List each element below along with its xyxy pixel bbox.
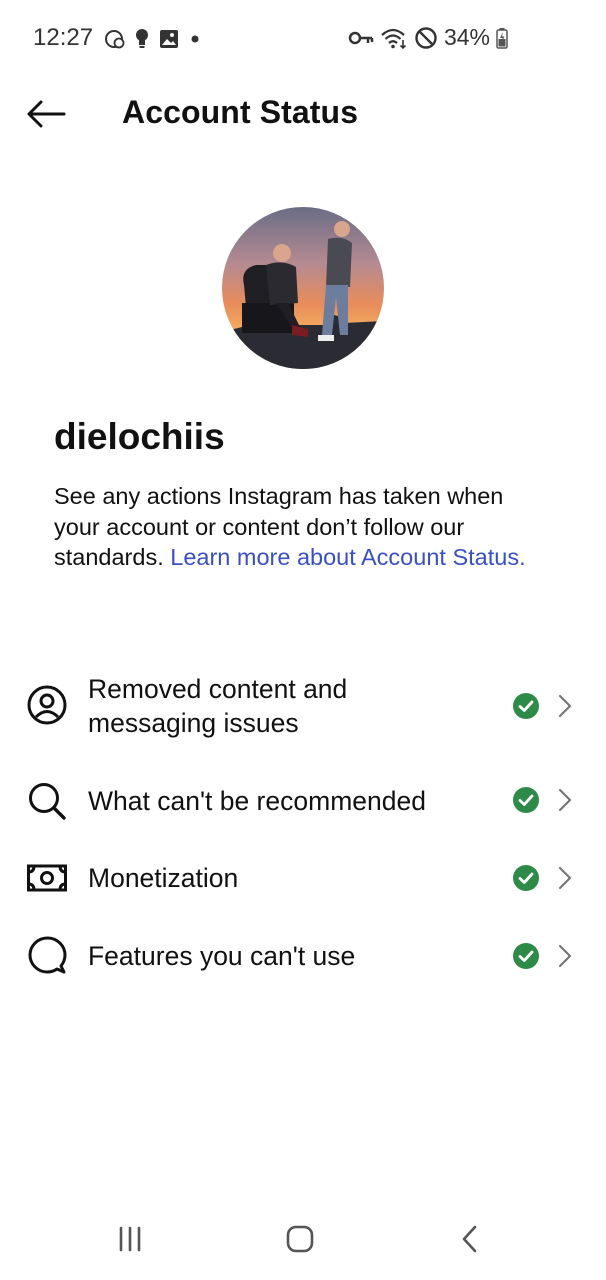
removed-content-label-line2: messaging issues (88, 708, 299, 738)
back-arrow-icon (26, 99, 66, 134)
image-icon (158, 28, 180, 55)
monetization-label: Monetization (88, 863, 239, 893)
recent-apps-icon (115, 1225, 145, 1258)
account-status-description: See any actions Instagram has taken when… (54, 481, 554, 573)
features-row[interactable]: Features you can't use (0, 926, 606, 986)
status-time: 12:27 (33, 24, 94, 51)
speech-bubble-icon (26, 935, 68, 977)
status-bar: 12:27 34% (0, 0, 606, 80)
recommendations-label: What can't be recommended (88, 786, 426, 816)
username: dielochiis (54, 416, 225, 457)
chevron-right-icon (556, 693, 574, 719)
system-nav-bar (0, 1210, 606, 1274)
check-circle-icon (512, 692, 540, 720)
home-icon (285, 1224, 315, 1259)
removed-content-label-line1: Removed content and (88, 674, 348, 704)
do-not-disturb-icon (414, 26, 438, 50)
status-notification-icons (104, 28, 202, 55)
features-label: Features you can't use (88, 941, 356, 971)
monetization-row[interactable]: Monetization (0, 848, 606, 908)
recommendations-row[interactable]: What can't be recommended (0, 770, 606, 830)
battery-percent: 34% (443, 24, 490, 50)
learn-more-link[interactable]: Learn more about Account Status. (170, 544, 525, 570)
person-circle-icon (26, 684, 68, 726)
page-title: Account Status (122, 94, 359, 130)
lightbulb-icon (134, 28, 150, 55)
money-icon (26, 857, 68, 899)
nav-back-button[interactable] (450, 1224, 490, 1258)
avatar (222, 207, 384, 369)
vpn-key-icon (348, 27, 374, 49)
check-circle-icon (512, 942, 540, 970)
chevron-right-icon (556, 943, 574, 969)
recent-apps-button[interactable] (110, 1224, 150, 1258)
back-button[interactable] (22, 92, 70, 140)
header: Account Status (0, 80, 606, 150)
home-button[interactable] (280, 1224, 320, 1258)
removed-content-row[interactable]: Removed content and messaging issues (0, 662, 606, 752)
chevron-right-icon (556, 865, 574, 891)
dot-icon (188, 28, 202, 55)
sync-icon (104, 28, 126, 55)
battery-icon (496, 27, 508, 49)
wifi-icon (380, 26, 408, 50)
search-icon (26, 780, 68, 822)
back-icon (459, 1224, 481, 1259)
check-circle-icon (512, 864, 540, 892)
check-circle-icon (512, 786, 540, 814)
status-system-icons: 34% (348, 24, 508, 51)
chevron-right-icon (556, 787, 574, 813)
